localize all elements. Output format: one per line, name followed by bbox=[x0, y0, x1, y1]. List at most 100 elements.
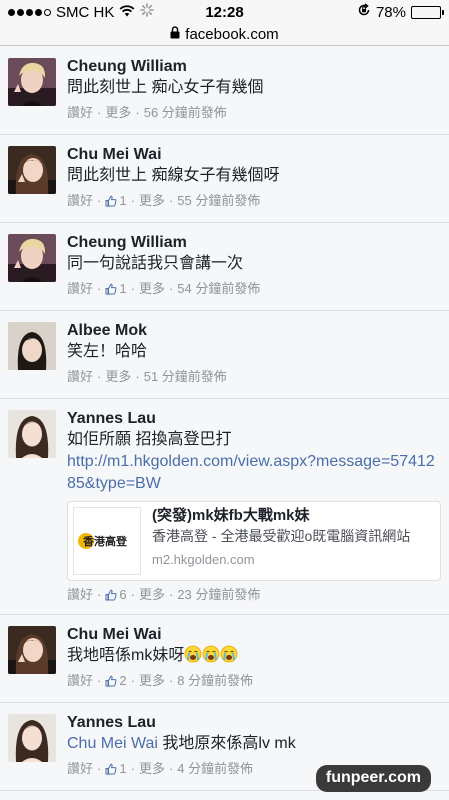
battery-percent: 78% bbox=[375, 3, 406, 21]
url-bar[interactable]: facebook.com bbox=[0, 24, 449, 46]
crying-face-icon bbox=[220, 645, 238, 663]
comment-meta: 讚好 · 更多 · 56 分鐘前發佈 bbox=[67, 104, 441, 122]
thumbs-up-icon bbox=[105, 283, 117, 295]
comment-text: 我地唔係mk妹呀 bbox=[67, 647, 185, 664]
like-count[interactable]: 2 bbox=[119, 672, 126, 690]
comment-author[interactable]: Cheung William bbox=[67, 233, 441, 253]
meta-separator: · bbox=[168, 193, 174, 208]
comment-author[interactable]: Albee Mok bbox=[67, 321, 441, 341]
meta-separator: · bbox=[97, 281, 102, 296]
comment-author[interactable]: Yannes Lau bbox=[67, 409, 441, 429]
comment-item: Chu Mei Wai 問此刻世上 痴線女子有幾個呀 讚好 · 1 · 更多 ·… bbox=[0, 135, 449, 223]
more-action[interactable]: 更多 bbox=[139, 192, 165, 210]
like-action[interactable]: 讚好 bbox=[67, 672, 93, 690]
comment-time[interactable]: 56 分鐘前發佈 bbox=[144, 104, 227, 122]
preview-title[interactable]: (突發)mk妹fb大戰mk妹 bbox=[152, 506, 410, 526]
comment-time[interactable]: 54 分鐘前發佈 bbox=[177, 280, 260, 298]
avatar-chu-mei-wai[interactable] bbox=[8, 626, 56, 674]
like-count[interactable]: 1 bbox=[119, 280, 126, 298]
avatar-cheung-william[interactable] bbox=[8, 58, 56, 106]
comment-text-row: 我地唔係mk妹呀 bbox=[67, 645, 441, 667]
comment-link[interactable]: http://m1.hkgolden.com/view.aspx?message… bbox=[67, 451, 441, 495]
avatar-cheung-william[interactable] bbox=[8, 234, 56, 282]
watermark: funpeer.com bbox=[315, 765, 431, 792]
hkgolden-logo-icon: 香港高登 bbox=[78, 533, 128, 549]
like-action[interactable]: 讚好 bbox=[67, 280, 93, 298]
more-action[interactable]: 更多 bbox=[139, 760, 165, 778]
comment-meta: 讚好 · 更多 · 51 分鐘前發佈 bbox=[67, 368, 441, 386]
crying-face-icon bbox=[184, 645, 202, 663]
mention-link[interactable]: Chu Mei Wai bbox=[67, 735, 158, 752]
comment-author[interactable]: Yannes Lau bbox=[67, 713, 441, 733]
like-count[interactable]: 1 bbox=[119, 760, 126, 778]
status-bar: SMC HK 12:28 78% bbox=[0, 0, 449, 24]
comment-meta: 讚好 · 2 · 更多 · 8 分鐘前發佈 bbox=[67, 672, 441, 690]
comment-list: Cheung William 問此刻世上 痴心女子有幾個 讚好 · 更多 · 5… bbox=[0, 46, 449, 791]
comment-author[interactable]: Cheung William bbox=[67, 57, 441, 77]
avatar-chu-mei-wai[interactable] bbox=[8, 146, 56, 194]
like-action[interactable]: 讚好 bbox=[67, 368, 93, 386]
like-action[interactable]: 讚好 bbox=[67, 586, 93, 604]
meta-separator: · bbox=[130, 587, 135, 602]
more-action[interactable]: 更多 bbox=[139, 280, 165, 298]
comment-item: Chu Mei Wai 我地唔係mk妹呀 讚好 · 2 · 更多 · 8 分鐘前… bbox=[0, 615, 449, 703]
comment-time[interactable]: 51 分鐘前發佈 bbox=[144, 368, 227, 386]
avatar-yannes-lau[interactable] bbox=[8, 714, 56, 762]
meta-separator: · bbox=[97, 587, 102, 602]
meta-separator: · bbox=[130, 281, 135, 296]
like-action[interactable]: 讚好 bbox=[67, 192, 93, 210]
meta-separator: · bbox=[97, 761, 102, 776]
meta-separator: · bbox=[97, 673, 102, 688]
preview-logo-text: 香港高登 bbox=[82, 534, 128, 548]
thumbs-up-icon bbox=[105, 589, 117, 601]
comment-time[interactable]: 23 分鐘前發佈 bbox=[177, 586, 260, 604]
meta-separator: · bbox=[97, 105, 102, 120]
more-action[interactable]: 更多 bbox=[139, 672, 165, 690]
orientation-lock-icon bbox=[357, 3, 371, 21]
more-action[interactable]: 更多 bbox=[105, 368, 131, 386]
avatar-yannes-lau[interactable] bbox=[8, 410, 56, 458]
comment-text: 如佢所願 招換高登巴打 bbox=[67, 431, 232, 448]
meta-separator: · bbox=[135, 105, 140, 120]
comment-time[interactable]: 55 分鐘前發佈 bbox=[177, 192, 260, 210]
comment-meta: 讚好 · 1 · 更多 · 55 分鐘前發佈 bbox=[67, 192, 441, 210]
thumbs-up-icon bbox=[105, 195, 117, 207]
meta-separator: · bbox=[130, 673, 135, 688]
like-count[interactable]: 1 bbox=[119, 192, 126, 210]
comment-text-row: Chu Mei Wai 我地原來係高lv mk bbox=[67, 733, 441, 755]
meta-separator: · bbox=[168, 761, 174, 776]
meta-separator: · bbox=[130, 761, 135, 776]
comment-text: 我地原來係高lv mk bbox=[157, 735, 296, 752]
comment-meta: 讚好 · 1 · 更多 · 54 分鐘前發佈 bbox=[67, 280, 441, 298]
wifi-icon bbox=[119, 4, 135, 21]
comment-body: Cheung William 同一句說話我只會講一次 讚好 · 1 · 更多 ·… bbox=[67, 233, 441, 300]
comment-time[interactable]: 4 分鐘前發佈 bbox=[177, 760, 253, 778]
comment-body: Chu Mei Wai 問此刻世上 痴線女子有幾個呀 讚好 · 1 · 更多 ·… bbox=[67, 145, 441, 212]
preview-domain: m2.hkgolden.com bbox=[152, 552, 255, 567]
comment-body: Cheung William 問此刻世上 痴心女子有幾個 讚好 · 更多 · 5… bbox=[67, 57, 441, 124]
comment-item: Yannes Lau 如佢所願 招換高登巴打 http://m1.hkgolde… bbox=[0, 399, 449, 615]
more-action[interactable]: 更多 bbox=[105, 104, 131, 122]
meta-separator: · bbox=[168, 587, 174, 602]
loading-spinner-icon bbox=[140, 3, 155, 21]
like-action[interactable]: 讚好 bbox=[67, 104, 93, 122]
avatar-albee-mok[interactable] bbox=[8, 322, 56, 370]
meta-separator: · bbox=[168, 673, 174, 688]
comment-item: Cheung William 同一句說話我只會講一次 讚好 · 1 · 更多 ·… bbox=[0, 223, 449, 311]
comment-text: 問此刻世上 痴心女子有幾個 bbox=[67, 79, 264, 96]
url-text[interactable]: facebook.com bbox=[185, 26, 278, 43]
like-action[interactable]: 讚好 bbox=[67, 760, 93, 778]
preview-thumbnail: 香港高登 bbox=[73, 507, 141, 575]
meta-separator: · bbox=[97, 369, 102, 384]
meta-separator: · bbox=[130, 193, 135, 208]
like-count[interactable]: 6 bbox=[119, 586, 126, 604]
comment-author[interactable]: Chu Mei Wai bbox=[67, 145, 441, 165]
comment-text: 笑左！哈哈 bbox=[67, 343, 148, 360]
meta-separator: · bbox=[97, 193, 102, 208]
link-preview-card[interactable]: 香港高登 (突發)mk妹fb大戰mk妹 香港高登 - 全港最受歡迎o既電腦資訊網… bbox=[67, 501, 441, 581]
comment-time[interactable]: 8 分鐘前發佈 bbox=[177, 672, 253, 690]
more-action[interactable]: 更多 bbox=[139, 586, 165, 604]
comment-author[interactable]: Chu Mei Wai bbox=[67, 625, 441, 645]
comment-body: Chu Mei Wai 我地唔係mk妹呀 讚好 · 2 · 更多 · 8 分鐘前… bbox=[67, 625, 441, 692]
signal-strength-icon bbox=[8, 8, 51, 16]
